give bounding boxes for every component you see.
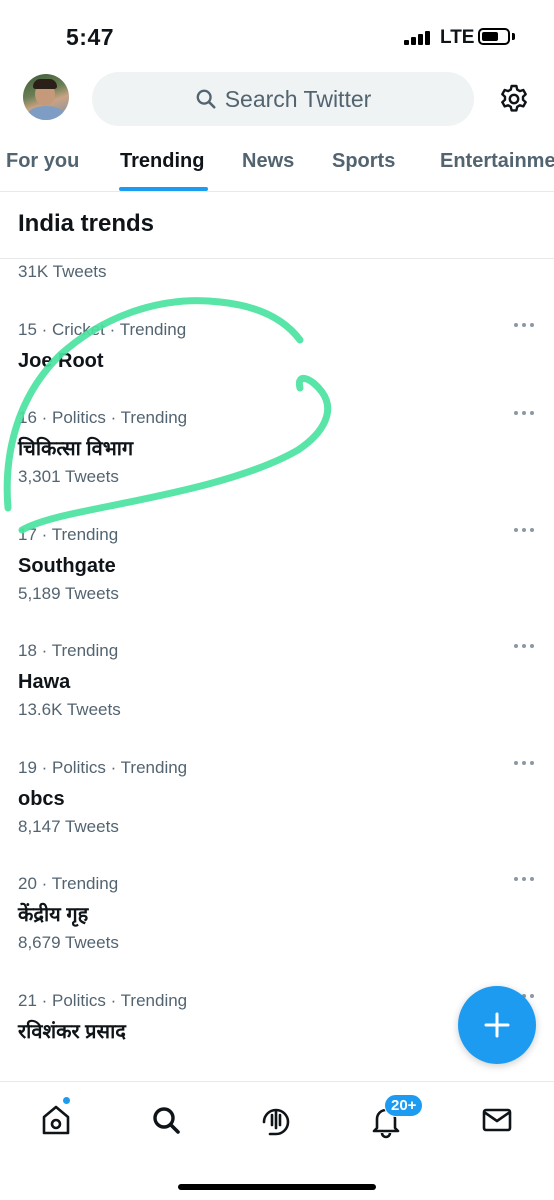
trend-item[interactable]: 17 · Trending Southgate 5,189 Tweets [18, 524, 538, 605]
trend-meta: 17 · Trending [18, 525, 119, 544]
tab-for-you[interactable]: For you [6, 150, 79, 173]
search-placeholder: Search Twitter [224, 85, 372, 112]
trend-name: Hawa [18, 671, 71, 693]
home-unread-dot [62, 1096, 71, 1105]
plus-icon [484, 1012, 510, 1038]
trend-name: obcs [18, 788, 65, 810]
bottom-nav: 20+ [0, 1081, 554, 1200]
trend-name: Joe Root [18, 350, 104, 372]
status-time: 5:47 [66, 24, 115, 50]
search-icon [196, 89, 216, 109]
tab-entertainment[interactable]: Entertainment [440, 150, 554, 173]
compose-tweet-button[interactable] [458, 986, 536, 1064]
spaces-icon[interactable] [256, 1100, 296, 1140]
section-divider [0, 258, 554, 259]
trend-count: 13.6K Tweets [18, 700, 121, 719]
status-bar: 5:47 LTE [0, 0, 554, 70]
trend-name: Southgate [18, 555, 116, 577]
top-header: Search Twitter [0, 70, 554, 130]
signal-icon [404, 31, 434, 45]
home-icon[interactable] [36, 1100, 76, 1140]
search-icon[interactable] [146, 1100, 186, 1140]
notifications-badge: 20+ [384, 1094, 424, 1117]
trend-count: 3,301 Tweets [18, 467, 119, 486]
trend-item[interactable]: 20 · Trending केंद्रीय गृह 8,679 Tweets [18, 873, 538, 954]
gear-icon[interactable] [498, 83, 530, 115]
trend-item[interactable]: 16 · Politics · Trending चिकित्सा विभाग … [18, 407, 538, 488]
trend-meta: 20 · Trending [18, 874, 119, 893]
more-options-icon[interactable] [514, 877, 534, 883]
avatar[interactable] [23, 74, 69, 120]
home-indicator [178, 1184, 376, 1190]
trend-meta: 18 · Trending [18, 641, 119, 660]
battery-tip [512, 33, 515, 40]
more-options-icon[interactable] [514, 644, 534, 650]
more-options-icon[interactable] [514, 528, 534, 534]
trend-meta: 21 · Politics · Trending [18, 991, 188, 1010]
active-tab-indicator [119, 187, 208, 191]
trend-item[interactable]: 19 · Politics · Trending obcs 8,147 Twee… [18, 757, 538, 838]
more-options-icon[interactable] [514, 323, 534, 329]
battery-icon [478, 28, 510, 45]
trend-name: चिकित्सा विभाग [18, 438, 134, 460]
messages-icon[interactable] [477, 1100, 517, 1140]
trend-name: केंद्रीय गृह [18, 904, 89, 926]
tab-sports[interactable]: Sports [332, 150, 395, 173]
trend-item[interactable]: 18 · Trending Hawa 13.6K Tweets [18, 640, 538, 721]
trend-item[interactable]: 15 · Cricket · Trending Joe Root [18, 319, 538, 373]
trend-count: 8,147 Tweets [18, 817, 119, 836]
trend-meta: 15 · Cricket · Trending [18, 320, 187, 339]
explore-tabs: For you Trending News Sports Entertainme… [0, 130, 554, 192]
trend-meta: 19 · Politics · Trending [18, 758, 188, 777]
trend-count: 8,679 Tweets [18, 933, 119, 952]
trend-count: 5,189 Tweets [18, 584, 119, 603]
more-options-icon[interactable] [514, 411, 534, 417]
trend-meta: 16 · Politics · Trending [18, 408, 188, 427]
network-label: LTE [440, 27, 475, 48]
section-title: India trends [18, 210, 155, 237]
search-input[interactable]: Search Twitter [92, 72, 474, 126]
tab-news[interactable]: News [242, 150, 294, 173]
trend-count: 31K Tweets [18, 262, 107, 281]
more-options-icon[interactable] [514, 761, 534, 767]
tab-trending[interactable]: Trending [120, 150, 204, 173]
